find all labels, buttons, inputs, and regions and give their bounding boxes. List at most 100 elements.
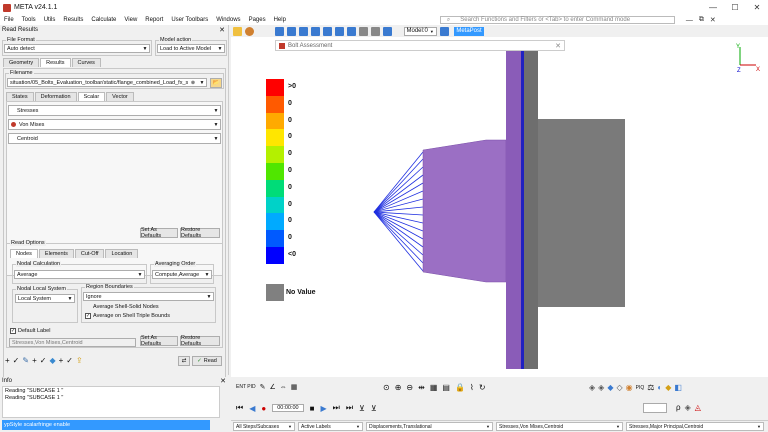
menu-calculate[interactable]: Calculate (87, 17, 120, 23)
nodal-local-select[interactable]: Local System ▼ (15, 294, 75, 303)
zoom-icon[interactable] (371, 26, 380, 36)
menu-user-toolbars[interactable]: User Toolbars (167, 17, 212, 23)
play-icon[interactable]: ▶ (320, 404, 326, 413)
tab-scalar[interactable]: Scalar (77, 92, 106, 101)
status-deformation-select[interactable]: Displacements,Translational ▼ (366, 422, 493, 431)
tab-elements[interactable]: Elements (38, 249, 74, 258)
graph-icon[interactable]: ⌇ (470, 383, 474, 392)
tab-deformation[interactable]: Deformation (34, 92, 77, 101)
read-button[interactable]: ✓ Read (192, 356, 222, 366)
filter-icon[interactable]: ⊻ (371, 404, 377, 413)
menu-results[interactable]: Results (59, 17, 87, 23)
stop-icon[interactable]: ■ (310, 404, 315, 413)
refresh-icon[interactable]: ↻ (479, 383, 486, 392)
tab-nodes[interactable]: Nodes (10, 249, 38, 258)
piq-icon[interactable]: PIQ (636, 385, 645, 391)
default-label-checkbox[interactable]: ✓ Default Label (10, 328, 50, 334)
region-boundaries-select[interactable]: Ignore ▼ (83, 292, 214, 301)
last-frame-icon[interactable]: ⏭ (346, 403, 353, 413)
cube-icon[interactable] (383, 26, 392, 36)
restore-defaults-button[interactable]: Restore Defaults (180, 227, 220, 239)
restore-defaults-button-2[interactable]: Restore Defaults (180, 335, 220, 347)
filename-input[interactable]: situation/05_Bolts_Evaluation_toolbar/st… (7, 78, 207, 87)
menu-windows[interactable]: Windows (212, 17, 244, 23)
angle-icon[interactable]: ∠ (270, 383, 276, 391)
pen-icon[interactable]: ✎ (260, 383, 266, 391)
compass-icon[interactable]: ⊙ (383, 383, 390, 392)
fit-icon[interactable]: ⇹ (418, 383, 425, 392)
command-search-input[interactable]: ⌕ Search Functions and Filters or <Tab> … (439, 16, 675, 24)
view-icon[interactable] (287, 26, 296, 36)
tab-geometry[interactable]: Geometry (3, 58, 40, 67)
panel-close-icon[interactable]: ✕ (219, 26, 225, 34)
menu-view[interactable]: View (120, 17, 141, 23)
filter-icon[interactable]: ⊻ (359, 404, 365, 413)
swap-icon[interactable]: ⇄ (178, 356, 190, 366)
clear-icon[interactable]: ⊗ (189, 80, 197, 86)
avg-shell-triple-checkbox[interactable]: ✓ Average on Shell Triple Bounds (85, 313, 170, 319)
plus-icon[interactable]: ⊕ (395, 383, 402, 392)
next-icon[interactable]: ⏭ (333, 403, 340, 413)
time-field[interactable]: 00:00:00 (272, 404, 304, 412)
set-defaults-button[interactable]: Set As Defaults (140, 227, 178, 239)
close-icon[interactable]: ✕ (746, 3, 768, 12)
first-frame-icon[interactable]: ⏮ (236, 403, 243, 413)
pen-icon[interactable]: ✎ (22, 356, 29, 365)
frame-select[interactable] (643, 403, 667, 413)
upload-icon[interactable]: ⇪ (76, 356, 83, 365)
minus-icon[interactable]: ⊖ (406, 383, 413, 392)
grid-icon[interactable]: ▦ (430, 383, 438, 392)
color-icon[interactable]: ◧ (674, 383, 682, 392)
prev-icon[interactable]: ◀ (249, 404, 255, 413)
view-icon[interactable] (299, 26, 308, 36)
menu-report[interactable]: Report (141, 17, 167, 23)
lock-icon[interactable]: 🔒 (455, 383, 465, 392)
avg-shell-solid-checkbox[interactable]: Average Shell-Solid Nodes (85, 304, 159, 310)
default-label-input[interactable]: Stresses,Von Mises,Centroid (9, 338, 136, 347)
rho-icon[interactable]: ρ (676, 403, 681, 412)
model-action-select[interactable]: Load to Active Model ▼ (157, 44, 225, 53)
status-scalar-select[interactable]: Stresses,Von Mises,Centroid ▼ (496, 422, 623, 431)
grid-icon[interactable]: ▦ (291, 383, 298, 391)
tab-results[interactable]: Results (40, 58, 71, 67)
cube-icon[interactable]: ◈ (598, 383, 604, 392)
averaging-order-select[interactable]: Compute,Average ▼ (152, 270, 212, 279)
tab-cut-off[interactable]: Cut-Off (74, 249, 105, 258)
ent-pid-icon[interactable]: ENT PID (236, 384, 256, 390)
add-icon[interactable]: + (32, 356, 37, 365)
view-icon[interactable] (275, 26, 284, 36)
menu-utils[interactable]: Utils (40, 17, 60, 23)
cube-icon[interactable]: ◆ (607, 383, 613, 392)
check-icon[interactable]: ✓ (66, 356, 73, 365)
grid-icon[interactable]: ▤ (442, 383, 450, 392)
fill-icon[interactable]: ◬ (695, 403, 701, 412)
record-icon[interactable]: ● (261, 404, 266, 413)
add-icon[interactable]: + (59, 356, 64, 365)
menu-pages[interactable]: Pages (245, 17, 270, 23)
close-icon[interactable]: ✕ (555, 42, 561, 50)
window-icon[interactable] (439, 26, 449, 36)
cube-icon[interactable]: ◆ (49, 356, 55, 365)
scalar-type-select[interactable]: Stresses ▼ (8, 105, 221, 116)
view-icon[interactable] (347, 26, 356, 36)
tab-states[interactable]: States (6, 92, 34, 101)
zoom-icon[interactable] (359, 26, 368, 36)
check-icon[interactable]: ✓ (40, 356, 47, 365)
bolt-assessment-dialog[interactable]: Bolt Assessment ✕ (275, 40, 565, 51)
check-icon[interactable]: ✓ (13, 356, 20, 365)
cube-icon[interactable]: ◇ (616, 383, 622, 392)
scalar-location-select[interactable]: Centroid ▼ (8, 133, 221, 144)
view-icon[interactable] (311, 26, 320, 36)
open-folder-icon[interactable]: 📂 (210, 78, 222, 88)
tab-curves[interactable]: Curves (71, 58, 101, 67)
view-icon[interactable] (323, 26, 332, 36)
sub-minimize-icon[interactable]: — (683, 17, 696, 24)
cube-icon[interactable]: ◈ (589, 383, 595, 392)
options-icon[interactable] (232, 26, 242, 36)
scale-icon[interactable]: ⚖ (647, 383, 654, 392)
menu-help[interactable]: Help (270, 17, 290, 23)
tab-location[interactable]: Location (105, 249, 139, 258)
status-vector-select[interactable]: Stresses,Major Principal,Centroid ▼ (626, 422, 764, 431)
status-steps-select[interactable]: All Steps/Subcases ▼ (233, 422, 295, 431)
scalar-quantity-select[interactable]: Von Mises ▼ (8, 119, 221, 130)
